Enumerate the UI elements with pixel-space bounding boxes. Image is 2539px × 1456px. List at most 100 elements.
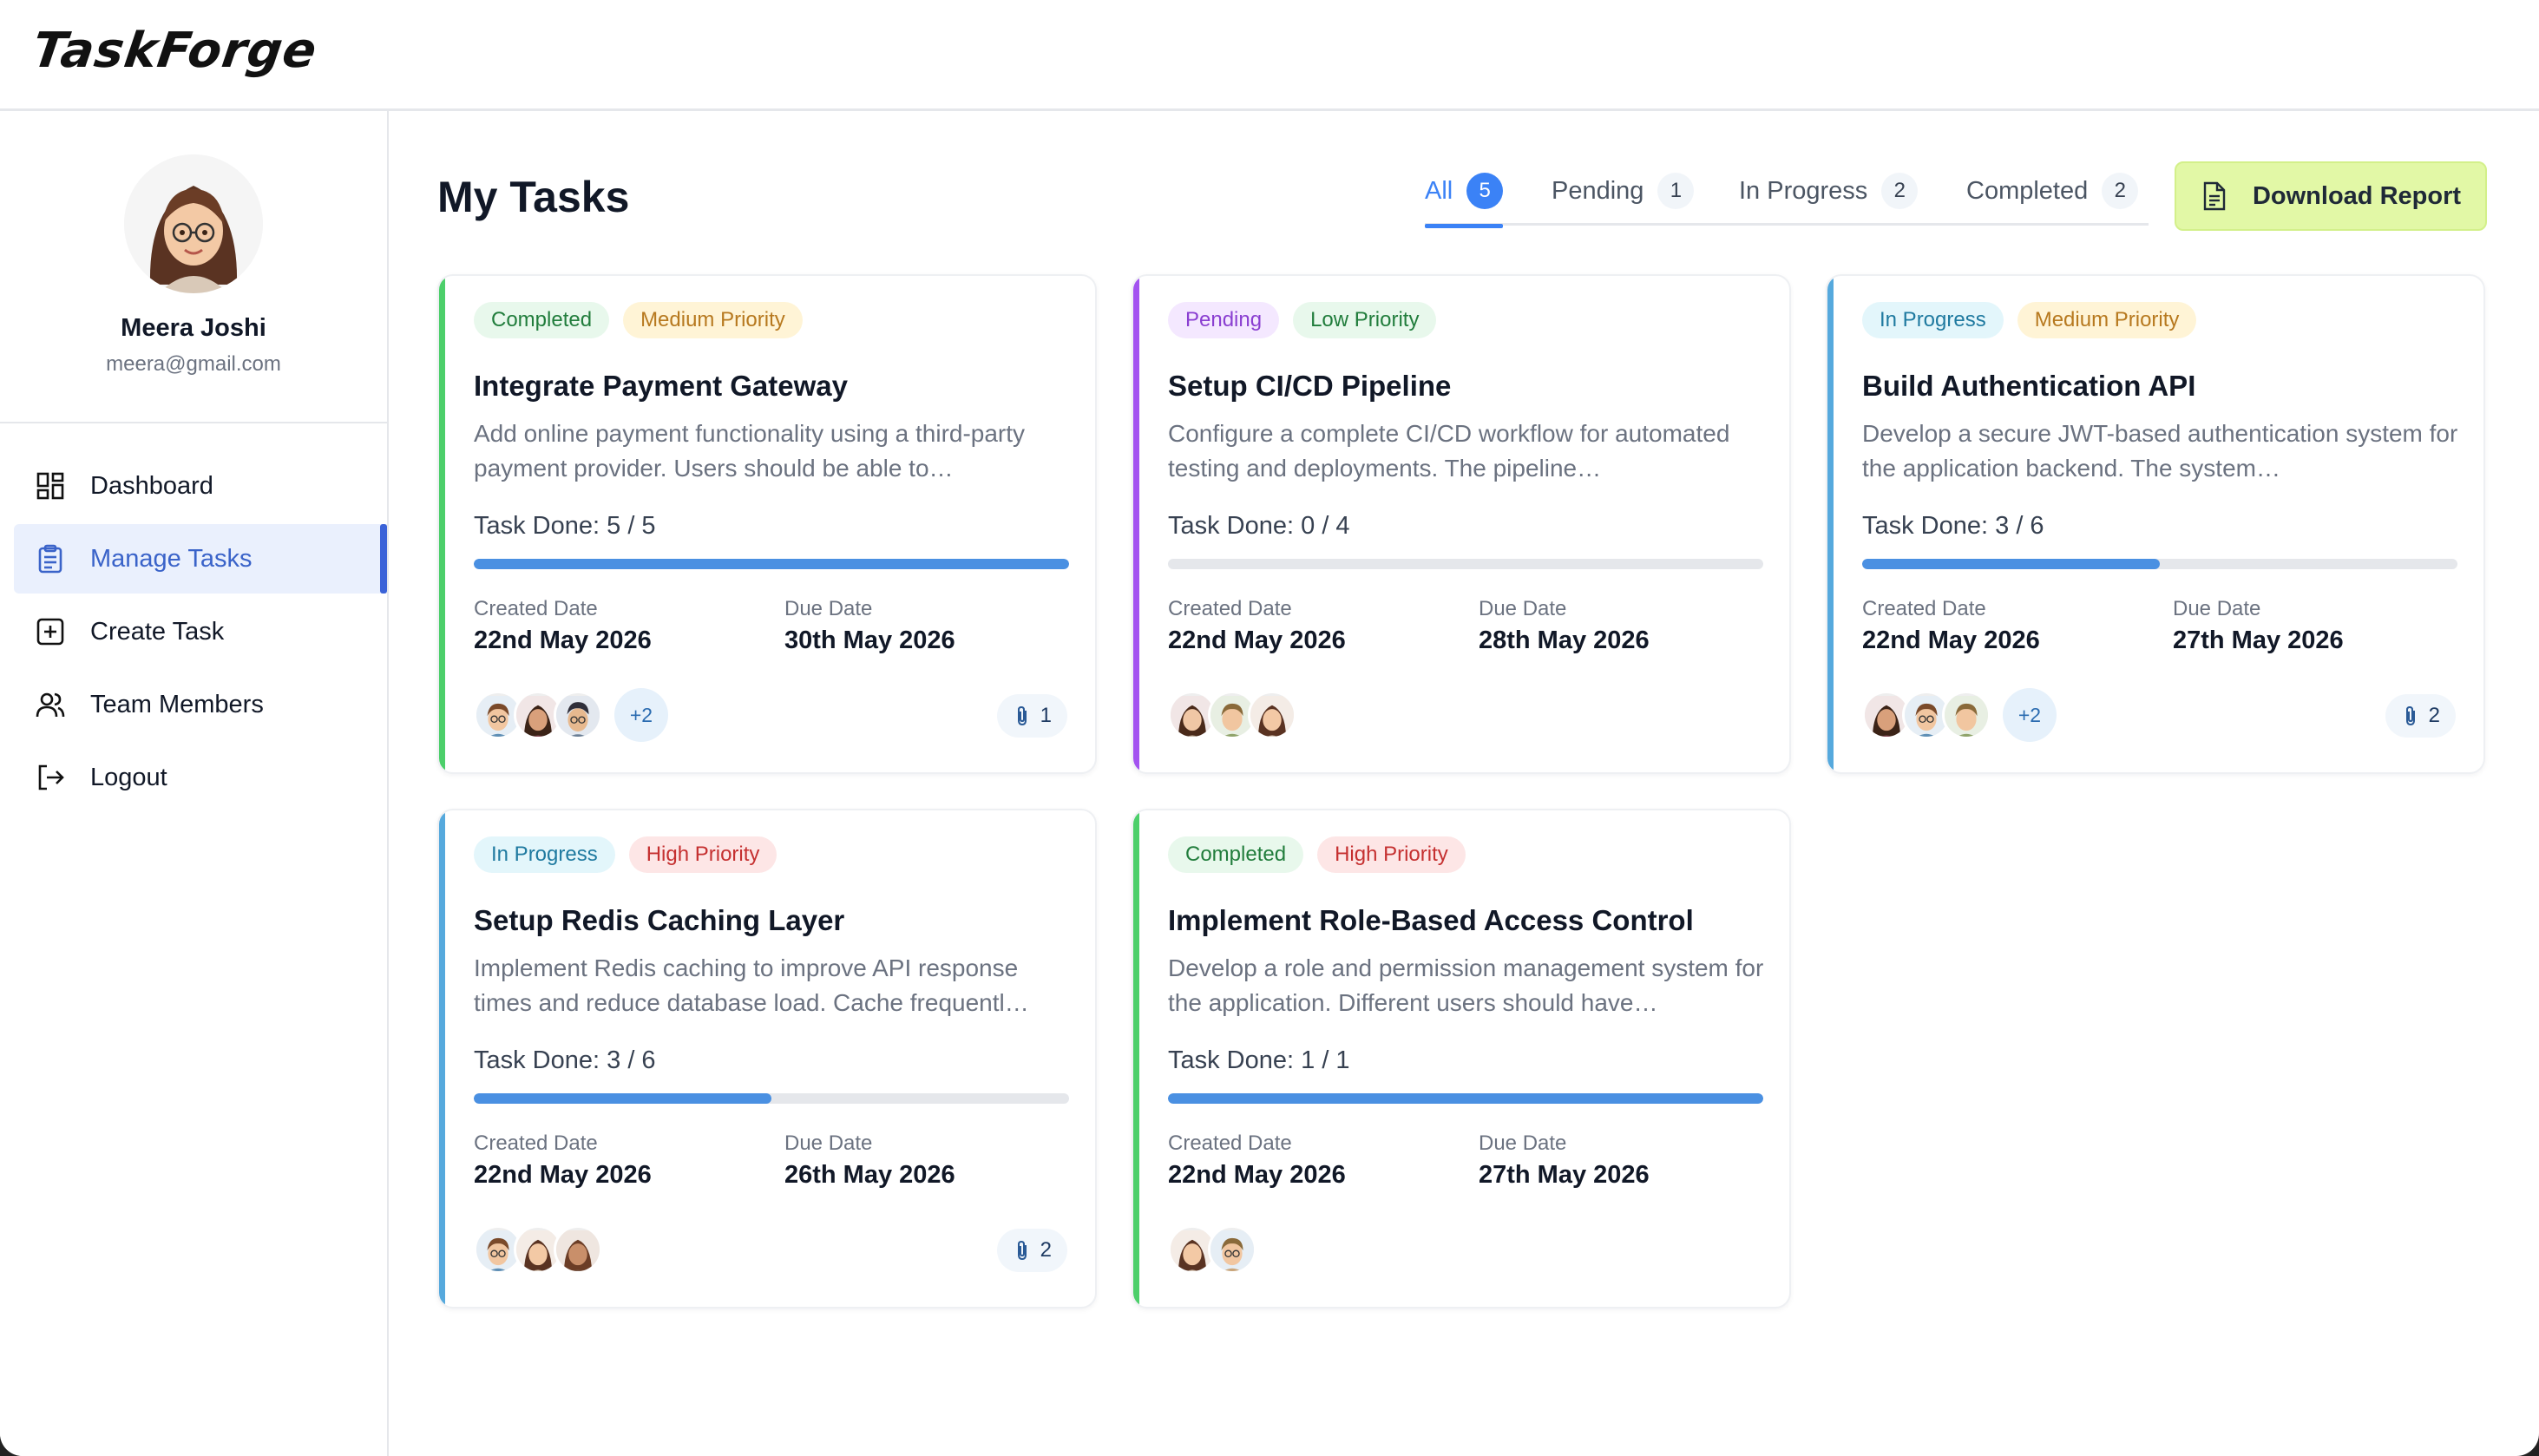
due-date-value: 30th May 2026 [784, 626, 955, 654]
created-date-value: 22nd May 2026 [1168, 1161, 1346, 1189]
avatar [124, 154, 263, 293]
task-card[interactable]: In Progress High Priority Setup Redis Ca… [437, 809, 1097, 1308]
task-card[interactable]: Pending Low Priority Setup CI/CD Pipelin… [1132, 274, 1791, 774]
status-badge: Pending [1168, 302, 1280, 338]
more-assignees-badge[interactable]: +2 [2003, 688, 2057, 742]
tab-label: Completed [1966, 176, 2089, 205]
status-badge: In Progress [1862, 302, 2004, 338]
tab-in-progress[interactable]: In Progress 2 [1739, 156, 1919, 226]
sidebar-item-team-members[interactable]: Team Members [14, 670, 387, 739]
app-window: TaskForge Meera Joshi meera@gmail.com Da… [0, 0, 2539, 1456]
created-date-label: Created Date [1168, 597, 1292, 620]
attachment-count[interactable]: 2 [2385, 694, 2456, 738]
due-date-label: Due Date [784, 597, 873, 620]
assignee-avatars [1168, 1222, 1256, 1277]
task-title: Implement Role-Based Access Control [1168, 904, 1694, 936]
tab-count-badge: 2 [1881, 173, 1919, 209]
task-title: Setup CI/CD Pipeline [1168, 370, 1452, 402]
tab-label: Pending [1552, 176, 1644, 205]
tab-all[interactable]: All 5 [1425, 156, 1504, 228]
tab-count-badge: 5 [1466, 173, 1504, 209]
attachment-count[interactable]: 2 [996, 1229, 1067, 1272]
priority-badge: Low Priority [1293, 302, 1437, 338]
priority-badge: Medium Priority [2017, 302, 2197, 338]
sidebar-item-label: Dashboard [90, 471, 213, 500]
sidebar-item-logout[interactable]: Logout [14, 743, 387, 812]
sidebar-item-create-task[interactable]: Create Task [14, 597, 387, 666]
page-title: My Tasks [437, 173, 630, 221]
task-description: Implement Redis caching to improve API r… [474, 954, 1029, 1016]
due-date-label: Due Date [2173, 597, 2261, 620]
tab-label: In Progress [1739, 176, 1868, 205]
top-bar: TaskForge [0, 0, 2539, 111]
task-description: Develop a secure JWT-based authenticatio… [1862, 420, 2458, 482]
progress-fill [474, 1093, 771, 1104]
task-card[interactable]: In Progress Medium Priority Build Authen… [1826, 274, 2485, 774]
tab-label: All [1425, 176, 1453, 205]
status-accent-bar [1133, 810, 1139, 1307]
task-description: Add online payment functionality using a… [474, 420, 1026, 482]
attachment-count-value: 2 [1040, 1238, 1052, 1262]
app-logo[interactable]: TaskForge [29, 23, 320, 79]
created-date-label: Created Date [474, 1131, 598, 1155]
task-card[interactable]: Completed High Priority Implement Role-B… [1132, 809, 1791, 1308]
due-date-value: 28th May 2026 [1479, 626, 1650, 654]
status-badge: In Progress [474, 836, 615, 873]
sidebar-item-label: Logout [90, 763, 167, 791]
user-profile: Meera Joshi meera@gmail.com [0, 111, 387, 423]
avatar [554, 691, 602, 739]
progress-bar [474, 1093, 1069, 1104]
more-assignees-badge[interactable]: +2 [614, 688, 668, 742]
task-progress-label: Task Done: 5 / 5 [474, 512, 656, 540]
avatar [554, 1225, 602, 1274]
created-date-value: 22nd May 2026 [474, 1161, 652, 1189]
status-accent-bar [1827, 276, 1834, 772]
users-icon [35, 689, 66, 720]
assignee-avatars: +2 [474, 687, 668, 743]
status-badge: Completed [474, 302, 610, 338]
created-date-value: 22nd May 2026 [1168, 626, 1346, 654]
plus-square-icon [35, 616, 66, 647]
due-date-value: 27th May 2026 [1479, 1161, 1650, 1189]
progress-bar [1168, 559, 1763, 569]
tab-count-badge: 2 [2102, 173, 2139, 209]
task-title: Setup Redis Caching Layer [474, 904, 845, 936]
status-badge: Completed [1168, 836, 1304, 873]
status-accent-bar [439, 276, 445, 772]
logout-icon [35, 762, 66, 793]
download-report-label: Download Report [2252, 181, 2462, 210]
task-progress-label: Task Done: 0 / 4 [1168, 512, 1350, 540]
dashboard-grid-icon [35, 470, 66, 502]
assignee-avatars: +2 [1862, 687, 2057, 743]
paperclip-icon [1013, 705, 1032, 727]
download-report-button[interactable]: Download Report [2175, 161, 2487, 231]
progress-bar [474, 559, 1069, 569]
attachment-count-value: 1 [1040, 704, 1052, 727]
tab-completed[interactable]: Completed 2 [1966, 156, 2139, 226]
paperclip-icon [1013, 1239, 1032, 1262]
task-progress-label: Task Done: 3 / 6 [474, 1046, 656, 1074]
priority-badge: High Priority [1317, 836, 1466, 873]
task-title: Build Authentication API [1862, 370, 2196, 402]
sidebar-item-label: Team Members [90, 690, 264, 718]
user-name: Meera Joshi [121, 314, 266, 342]
clipboard-icon [35, 543, 66, 574]
due-date-label: Due Date [1479, 597, 1567, 620]
sidebar: Meera Joshi meera@gmail.com Dashboard Ma… [0, 111, 389, 1456]
status-accent-bar [439, 810, 445, 1307]
due-date-value: 27th May 2026 [2173, 626, 2344, 654]
tab-pending[interactable]: Pending 1 [1552, 156, 1695, 226]
due-date-label: Due Date [784, 1131, 873, 1155]
task-title: Integrate Payment Gateway [474, 370, 848, 402]
task-card[interactable]: Completed Medium Priority Integrate Paym… [437, 274, 1097, 774]
avatar [1248, 691, 1296, 739]
main-content: My Tasks All 5 Pending 1 In Progress 2 C… [390, 111, 2539, 1456]
sidebar-item-manage-tasks[interactable]: Manage Tasks [14, 524, 387, 594]
progress-fill [1862, 559, 2160, 569]
due-date-value: 26th May 2026 [784, 1161, 955, 1189]
status-tabs: All 5 Pending 1 In Progress 2 Completed … [1425, 156, 2149, 228]
attachment-count[interactable]: 1 [996, 694, 1067, 738]
created-date-value: 22nd May 2026 [1862, 626, 2040, 654]
sidebar-item-dashboard[interactable]: Dashboard [14, 451, 387, 521]
due-date-label: Due Date [1479, 1131, 1567, 1155]
